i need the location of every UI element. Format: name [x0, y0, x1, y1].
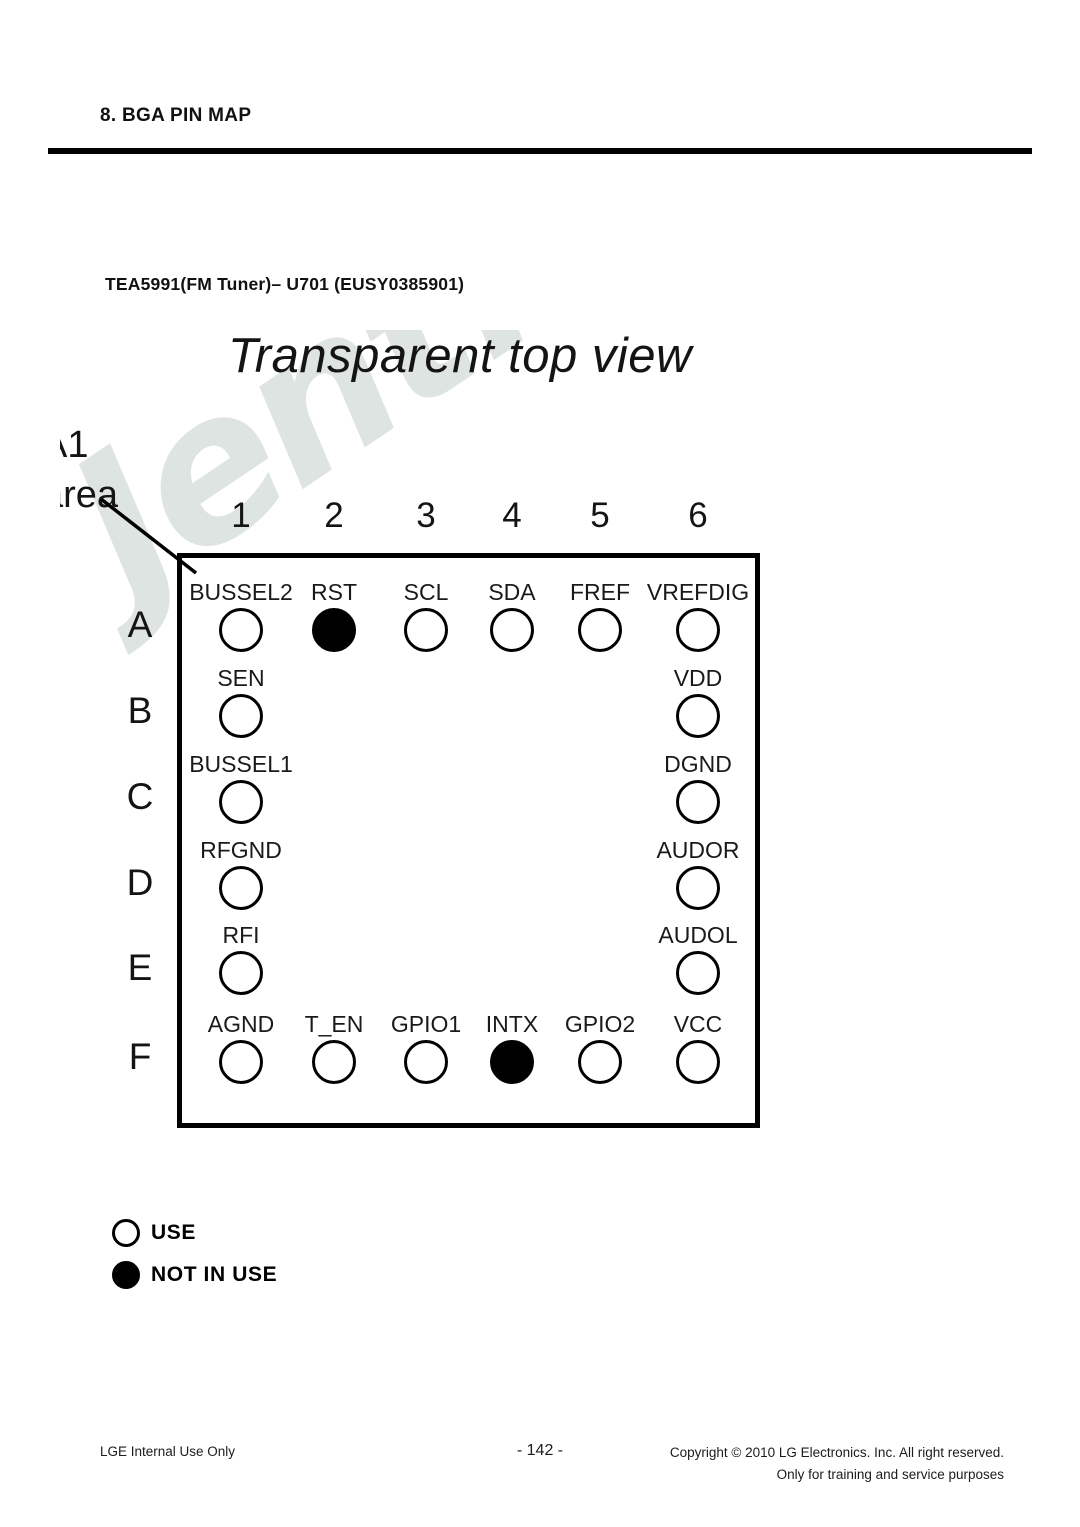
page-header: 8. BGA PIN MAP	[100, 105, 980, 128]
footer-copyright-line-2: Only for training and service purposes	[776, 1467, 1004, 1482]
a1-area-callout: A1 area	[60, 420, 196, 530]
column-header-6: 6	[688, 496, 708, 535]
a1-area-callout-text: A1 area	[60, 420, 118, 520]
page-footer: LGE Internal Use Only - 142 - Copyright …	[0, 1438, 1080, 1508]
pad-label-B6: VDD	[673, 665, 723, 691]
pad-F3	[404, 1040, 448, 1084]
legend-label-notuse: NOT IN USE	[151, 1263, 278, 1286]
pad-label-A6: VREFDIG	[646, 579, 750, 605]
column-header-5: 5	[590, 496, 610, 535]
column-header-2: 2	[324, 496, 344, 535]
pad-B6	[676, 694, 720, 738]
filled-circle-icon	[112, 1261, 140, 1289]
pad-D6	[676, 866, 720, 910]
pad-label-C6: DGND	[664, 751, 732, 777]
legend: USE NOT IN USE	[112, 1212, 532, 1296]
device-subtitle: TEA5991(FM Tuner)– U701 (EUSY0385901)	[105, 274, 465, 294]
row-header-B: B	[127, 690, 153, 731]
footer-copyright-line-1: Copyright © 2010 LG Electronics. Inc. Al…	[669, 1445, 1004, 1460]
legend-label-use: USE	[151, 1221, 196, 1244]
row-header-A: A	[127, 604, 153, 645]
pad-F1	[219, 1040, 263, 1084]
bga-pin-map-diagram: Jentfax Transparent top view A1 area 123…	[0, 310, 1080, 1210]
pad-E6	[676, 951, 720, 995]
pad-D1	[219, 866, 263, 910]
pad-C1	[219, 780, 263, 824]
row-header-C: C	[126, 776, 154, 817]
header-divider	[48, 148, 1032, 154]
footer-copyright: Copyright © 2010 LG Electronics. Inc. Al…	[584, 1442, 1004, 1486]
pad-B1	[219, 694, 263, 738]
pad-label-D6: AUDOR	[656, 837, 740, 863]
legend-item-notuse: NOT IN USE	[112, 1254, 532, 1296]
pad-A2	[312, 608, 356, 652]
page-title: 8. BGA PIN MAP	[100, 105, 252, 126]
pad-label-D1: RFGND	[200, 837, 282, 863]
row-header-E: E	[127, 947, 153, 988]
legend-item-use: USE	[112, 1212, 532, 1254]
column-header-1: 1	[231, 496, 251, 535]
pad-A4	[490, 608, 534, 652]
pad-F5	[578, 1040, 622, 1084]
a1-callout-line-2: area	[60, 474, 119, 516]
pad-label-B1: SEN	[217, 665, 265, 691]
row-header-D: D	[126, 862, 154, 903]
pad-label-C1: BUSSEL1	[189, 751, 293, 777]
view-caption: Transparent top view	[228, 329, 692, 383]
pad-label-E6: AUDOL	[658, 922, 738, 948]
column-header-4: 4	[502, 496, 522, 535]
pad-A1	[219, 608, 263, 652]
pad-label-F6: VCC	[673, 1011, 723, 1037]
pad-A5	[578, 608, 622, 652]
pad-F4	[490, 1040, 534, 1084]
open-circle-icon	[112, 1219, 140, 1247]
pad-A6	[676, 608, 720, 652]
pad-F2	[312, 1040, 356, 1084]
pad-F6	[676, 1040, 720, 1084]
pad-C6	[676, 780, 720, 824]
pad-A3	[404, 608, 448, 652]
row-header-F: F	[128, 1036, 152, 1077]
pad-label-E1: RFI	[222, 922, 260, 948]
pad-E1	[219, 951, 263, 995]
a1-callout-line-1: A1	[60, 424, 89, 466]
column-header-3: 3	[416, 496, 436, 535]
